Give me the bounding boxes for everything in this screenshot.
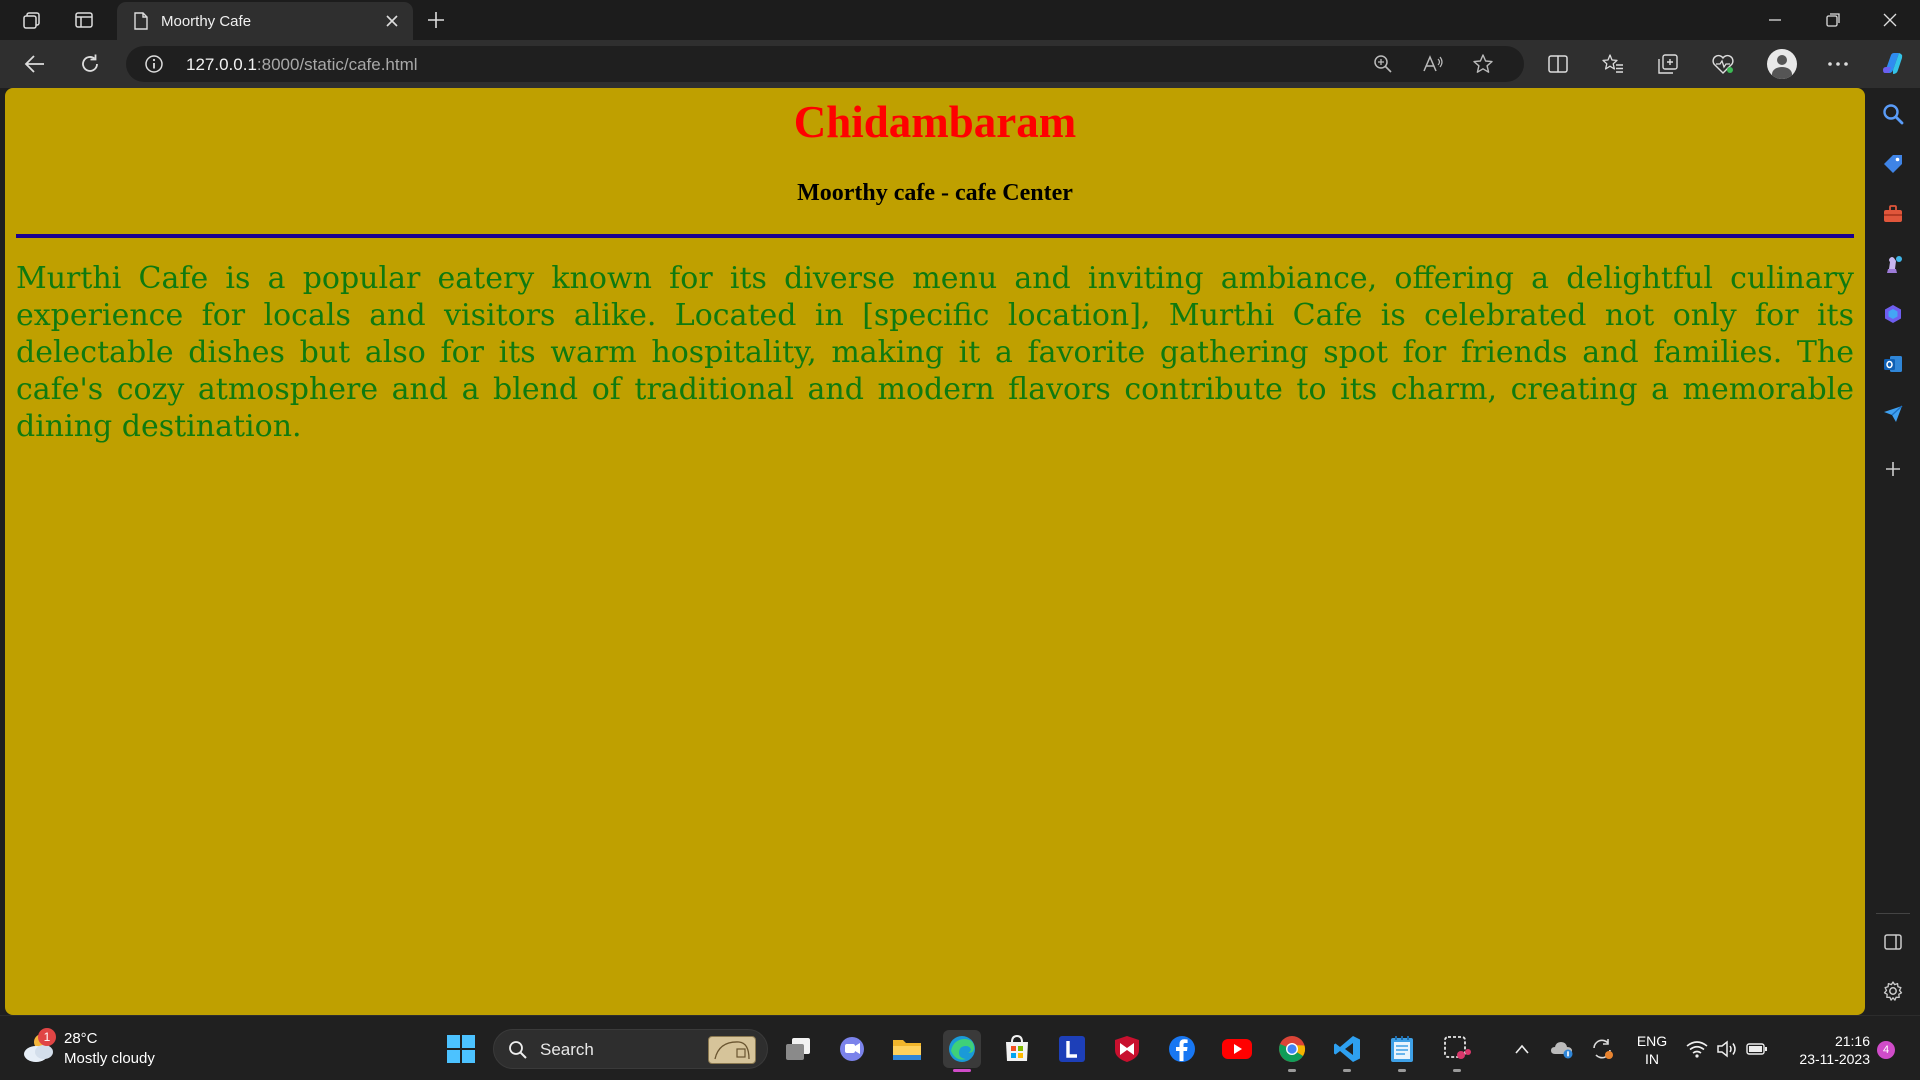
- page-subheading: Moorthy cafe - cafe Center: [797, 180, 1073, 206]
- outlook-icon[interactable]: [1879, 350, 1907, 378]
- task-view-icon[interactable]: [779, 1030, 817, 1068]
- tab-actions-icon[interactable]: [72, 8, 96, 32]
- favorite-star-icon[interactable]: [1470, 51, 1496, 77]
- battery-icon[interactable]: [1745, 1037, 1769, 1061]
- favorites-icon[interactable]: [1598, 49, 1628, 79]
- page-viewport: Chidambaram Moorthy cafe - cafe Center M…: [5, 88, 1865, 1015]
- edge-sidebar: [1866, 88, 1920, 1015]
- weather-description: Mostly cloudy: [64, 1050, 155, 1067]
- running-app-indicator: [1288, 1069, 1296, 1072]
- tools-briefcase-icon[interactable]: [1879, 200, 1907, 228]
- close-window-icon[interactable]: [1862, 0, 1918, 40]
- clock-date: 23-11-2023: [1799, 1051, 1870, 1067]
- minimize-icon[interactable]: [1747, 0, 1803, 40]
- read-aloud-icon[interactable]: [1420, 51, 1446, 77]
- weather-temperature: 28°C: [64, 1030, 98, 1047]
- microsoft-store-icon[interactable]: [998, 1030, 1036, 1068]
- sync-icon[interactable]: [1590, 1037, 1614, 1061]
- input-language[interactable]: ENG IN: [1632, 1032, 1672, 1068]
- running-app-indicator: [1453, 1069, 1461, 1072]
- facebook-icon[interactable]: [1163, 1030, 1201, 1068]
- cafe-description: Murthi Cafe is a popular eatery known fo…: [16, 261, 1854, 444]
- collections-icon[interactable]: [1653, 49, 1683, 79]
- address-bar[interactable]: 127.0.0.1:8000/static/cafe.html: [126, 46, 1524, 82]
- sidebar-divider: [1876, 913, 1910, 914]
- page-icon: [131, 11, 151, 31]
- restore-icon[interactable]: [1805, 0, 1861, 40]
- search-icon: [509, 1041, 527, 1059]
- tab-moorthy-cafe[interactable]: Moorthy Cafe: [117, 2, 413, 40]
- taskbar-search[interactable]: Search: [493, 1029, 768, 1069]
- shopping-tag-icon[interactable]: [1879, 150, 1907, 178]
- back-icon[interactable]: [20, 49, 50, 79]
- clock-time: 21:16: [1834, 1033, 1870, 1049]
- zoom-icon[interactable]: [1370, 51, 1396, 77]
- search-label: Search: [540, 1040, 594, 1059]
- profile-avatar[interactable]: [1767, 49, 1797, 79]
- running-app-indicator: [1343, 1069, 1351, 1072]
- volume-icon[interactable]: [1715, 1037, 1739, 1061]
- page-heading: Chidambaram: [793, 97, 1077, 147]
- wifi-icon[interactable]: [1685, 1037, 1709, 1061]
- start-button[interactable]: [442, 1030, 480, 1068]
- split-screen-icon[interactable]: [1543, 49, 1573, 79]
- browser-essentials-icon[interactable]: [1708, 49, 1738, 79]
- file-explorer-icon[interactable]: [888, 1030, 926, 1068]
- browser-toolbar: 127.0.0.1:8000/static/cafe.html: [0, 40, 1920, 88]
- show-hidden-icons-chevron-icon[interactable]: [1510, 1037, 1534, 1061]
- edge-browser-icon[interactable]: [943, 1030, 981, 1072]
- copilot-icon[interactable]: [1878, 49, 1908, 79]
- onedrive-icon[interactable]: [1550, 1037, 1574, 1061]
- l-app-icon[interactable]: [1053, 1030, 1091, 1068]
- running-app-indicator: [1398, 1069, 1406, 1072]
- tab-title: Moorthy Cafe: [161, 12, 252, 30]
- new-tab-icon[interactable]: [423, 7, 449, 33]
- teams-chat-icon[interactable]: [833, 1030, 871, 1068]
- workspaces-icon[interactable]: [20, 8, 44, 32]
- windows-taskbar: 1 28°C Mostly cloudy Search ENG IN 21:16…: [0, 1015, 1920, 1080]
- youtube-icon[interactable]: [1218, 1030, 1256, 1068]
- active-app-indicator: [953, 1069, 971, 1072]
- mcafee-icon[interactable]: [1108, 1030, 1146, 1068]
- drop-send-icon[interactable]: [1879, 400, 1907, 428]
- system-clock[interactable]: 21:16 23-11-2023: [1780, 1032, 1870, 1068]
- close-tab-icon[interactable]: [379, 8, 405, 34]
- search-highlight-image: [708, 1036, 756, 1064]
- vscode-icon[interactable]: [1328, 1030, 1366, 1072]
- weather-alert-badge: 1: [38, 1028, 56, 1046]
- notification-badge[interactable]: 4: [1877, 1041, 1895, 1059]
- title-bar: Moorthy Cafe: [0, 0, 1920, 40]
- more-options-icon[interactable]: [1823, 49, 1853, 79]
- sidebar-search-icon[interactable]: [1879, 100, 1907, 128]
- games-icon[interactable]: [1879, 250, 1907, 278]
- sidebar-settings-icon[interactable]: [1879, 977, 1907, 1005]
- hide-sidebar-icon[interactable]: [1879, 928, 1907, 956]
- horizontal-rule: [16, 234, 1854, 238]
- snipping-tool-icon[interactable]: [1438, 1030, 1476, 1072]
- microsoft-365-icon[interactable]: [1879, 300, 1907, 328]
- refresh-icon[interactable]: [75, 49, 105, 79]
- add-sidebar-app-icon[interactable]: [1879, 455, 1907, 483]
- weather-widget[interactable]: 1 28°C Mostly cloudy: [20, 1028, 220, 1070]
- site-info-icon[interactable]: [144, 54, 164, 74]
- notepad-icon[interactable]: [1383, 1030, 1421, 1072]
- chrome-icon[interactable]: [1273, 1030, 1311, 1072]
- url-text[interactable]: 127.0.0.1:8000/static/cafe.html: [186, 55, 418, 75]
